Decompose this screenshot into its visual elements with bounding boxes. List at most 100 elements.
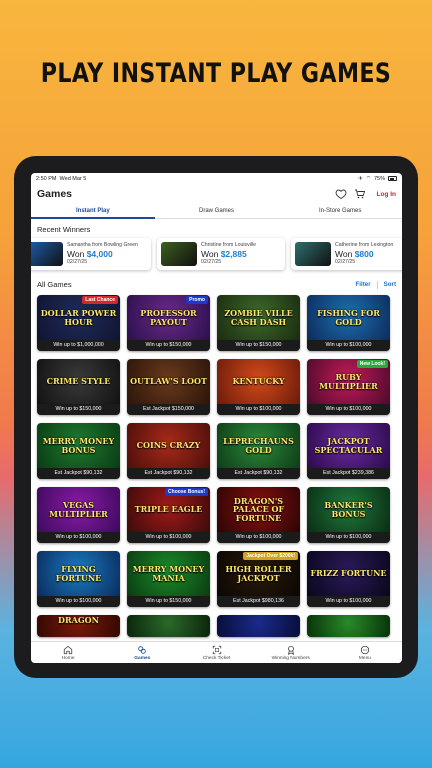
won-amount: $800 xyxy=(354,248,374,259)
game-title-art: COINS CRAZY xyxy=(136,440,201,451)
nav-item-games[interactable]: Games xyxy=(105,642,179,663)
games-grid: DOLLAR POWER HOUR Win up to $1,000,000 Las… xyxy=(31,295,402,637)
game-title-art xyxy=(307,615,390,626)
game-prize-label: Win up to $100,000 xyxy=(37,596,120,607)
games-icon xyxy=(137,645,147,655)
favorites-heart-icon[interactable] xyxy=(335,188,347,200)
winner-date: 02/27/25 xyxy=(335,259,356,266)
app-header: Games Log In xyxy=(31,183,402,205)
game-title-art: JACKPOT SPECTACULAR xyxy=(314,436,383,455)
promo-headline: PLAY INSTANT PLAY GAMES xyxy=(40,58,392,89)
winner-info: Catherine from Lexington Won $800 02/27/25 xyxy=(335,242,393,266)
nav-item-winning-numbers[interactable]: Winning Numbers xyxy=(254,642,328,663)
game-card[interactable] xyxy=(307,615,390,637)
game-card[interactable]: FLYING FORTUNE Win up to $100,000 xyxy=(37,551,120,607)
game-card[interactable]: PROFESSOR PAYOUT Win up to $150,000 Promo xyxy=(127,295,210,351)
menu-dots-icon xyxy=(360,645,370,655)
login-link[interactable]: Log In xyxy=(377,191,397,198)
game-title-art: BANKER'S BONUS xyxy=(324,500,373,519)
recent-winners-title: Recent Winners xyxy=(37,225,91,234)
bottom-nav: Home Games Check Ticket Winning Numbers Menu xyxy=(31,641,402,663)
game-card[interactable]: JACKPOT SPECTACULAR Est Jackpot $239,386 xyxy=(307,423,390,479)
game-title-art: FLYING FORTUNE xyxy=(55,564,102,583)
status-bar: 2:50 PM Wed Mar 5 ✈ ⌔ 75% xyxy=(31,174,402,183)
won-label: Won xyxy=(201,248,219,259)
game-card[interactable]: FRIZZ FORTUNE Win up to $100,000 xyxy=(307,551,390,607)
game-prize-label: Est Jackpot $150,000 xyxy=(127,404,210,415)
divider xyxy=(376,280,378,289)
game-card[interactable]: BANKER'S BONUS Win up to $100,000 xyxy=(307,487,390,543)
won-label: Won xyxy=(67,248,85,259)
winner-game-thumbnail xyxy=(31,242,63,266)
nav-item-check-ticket[interactable]: Check Ticket xyxy=(179,642,253,663)
game-prize-label: Win up to $100,000 xyxy=(307,532,390,543)
filter-button[interactable]: Filter xyxy=(355,281,370,288)
cart-icon[interactable] xyxy=(354,188,366,200)
tablet-frame: 2:50 PM Wed Mar 5 ✈ ⌔ 75% Games Log In I… xyxy=(14,156,418,678)
game-title-art: CRIME STYLE xyxy=(46,376,111,387)
winner-card[interactable]: Christine from Louisville Won $2,885 02/27… xyxy=(157,238,285,270)
game-title-art: MERRY MONEY MANIA xyxy=(132,564,205,583)
nav-item-menu[interactable]: Menu xyxy=(328,642,402,663)
winner-game-thumbnail xyxy=(161,242,197,266)
game-card[interactable]: RUBY MULTIPLIER Win up to $100,000 New Loo… xyxy=(307,359,390,415)
game-card[interactable]: COINS CRAZY Est Jackpot $90,132 xyxy=(127,423,210,479)
game-title-art: DRAGON'S PALACE OF FORTUNE xyxy=(232,495,285,523)
game-title-art: LEPRECHAUNS GOLD xyxy=(223,436,294,455)
winner-amount-line: Won $2,885 xyxy=(201,249,256,260)
game-card[interactable]: HIGH ROLLER JACKPOT Est Jackpot $980,136 J… xyxy=(217,551,300,607)
game-prize-label: Win up to $100,000 xyxy=(307,596,390,607)
game-type-tabs: Instant Play Draw Games In-Store Games xyxy=(31,205,402,219)
status-time: 2:50 PM xyxy=(36,175,57,182)
game-prize-label: Win up to $100,000 xyxy=(37,532,120,543)
home-icon xyxy=(63,645,73,655)
winner-card[interactable]: Samantha from Bowling Green Won $4,000 02/… xyxy=(31,238,151,270)
nav-label: Winning Numbers xyxy=(271,655,310,661)
game-prize-label: Win up to $100,000 xyxy=(127,532,210,543)
game-prize-label: Win up to $100,000 xyxy=(307,404,390,415)
game-card[interactable]: CRIME STYLE Win up to $150,000 xyxy=(37,359,120,415)
tab-in-store-games[interactable]: In-Store Games xyxy=(278,205,402,218)
page-title: Games xyxy=(37,188,73,200)
game-card[interactable]: MERRY MONEY BONUS Est Jackpot $90,132 xyxy=(37,423,120,479)
game-card[interactable] xyxy=(217,615,300,637)
game-card[interactable]: KENTUCKY Win up to $100,000 xyxy=(217,359,300,415)
game-card[interactable]: DOLLAR POWER HOUR Win up to $1,000,000 Las… xyxy=(37,295,120,351)
game-prize-label: Win up to $100,000 xyxy=(217,404,300,415)
app-screen: 2:50 PM Wed Mar 5 ✈ ⌔ 75% Games Log In I… xyxy=(31,173,402,663)
game-card[interactable]: MERRY MONEY MANIA Win up to $150,000 xyxy=(127,551,210,607)
game-card[interactable]: DRAGON xyxy=(37,615,120,637)
battery-percent: 75% xyxy=(373,175,385,182)
game-card[interactable]: ZOMBIE VILLE CASH DASH Win up to $150,000 xyxy=(217,295,300,351)
game-badge: Jackpot Over $200k! xyxy=(243,552,298,560)
game-title-art: ZOMBIE VILLE CASH DASH xyxy=(224,308,293,327)
game-prize-label: Est Jackpot $239,386 xyxy=(307,468,390,479)
game-card[interactable]: OUTLAW'S LOOT Est Jackpot $150,000 xyxy=(127,359,210,415)
header-actions: Log In xyxy=(335,188,397,200)
all-games-title: All Games xyxy=(37,280,72,289)
game-badge: New Look! xyxy=(356,360,388,368)
winner-date: 02/27/25 xyxy=(67,259,88,266)
game-card[interactable]: LEPRECHAUNS GOLD Est Jackpot $90,132 xyxy=(217,423,300,479)
recent-winners-carousel[interactable]: Samantha from Bowling Green Won $4,000 02/… xyxy=(31,234,402,270)
game-card[interactable]: VEGAS MULTIPLIER Win up to $100,000 xyxy=(37,487,120,543)
winner-card[interactable]: Catherine from Lexington Won $800 02/27/25 xyxy=(291,238,402,270)
wifi-icon: ⌔ xyxy=(365,176,371,182)
game-card[interactable]: DRAGON'S PALACE OF FORTUNE Win up to $100… xyxy=(217,487,300,543)
tab-draw-games[interactable]: Draw Games xyxy=(155,205,279,218)
game-title-art: FISHING FOR GOLD xyxy=(317,308,380,327)
game-badge: Last Chance xyxy=(82,296,118,304)
game-title-art: MERRY MONEY BONUS xyxy=(42,436,115,455)
tab-instant-play[interactable]: Instant Play xyxy=(31,205,155,219)
game-card[interactable]: TRIPLE EAGLE Win up to $100,000 Choose Bon… xyxy=(127,487,210,543)
status-time-date: 2:50 PM Wed Mar 5 xyxy=(36,176,86,182)
game-prize-label: Win up to $1,000,000 xyxy=(37,340,120,351)
game-title-art: DRAGON xyxy=(58,615,99,626)
nav-item-home[interactable]: Home xyxy=(31,642,105,663)
game-prize-label: Win up to $150,000 xyxy=(127,596,210,607)
game-card[interactable]: FISHING FOR GOLD Win up to $100,000 xyxy=(307,295,390,351)
game-title-art: OUTLAW'S LOOT xyxy=(130,376,207,387)
game-prize-label: Est Jackpot $90,132 xyxy=(217,468,300,479)
game-card[interactable] xyxy=(127,615,210,637)
sort-button[interactable]: Sort xyxy=(384,281,396,288)
